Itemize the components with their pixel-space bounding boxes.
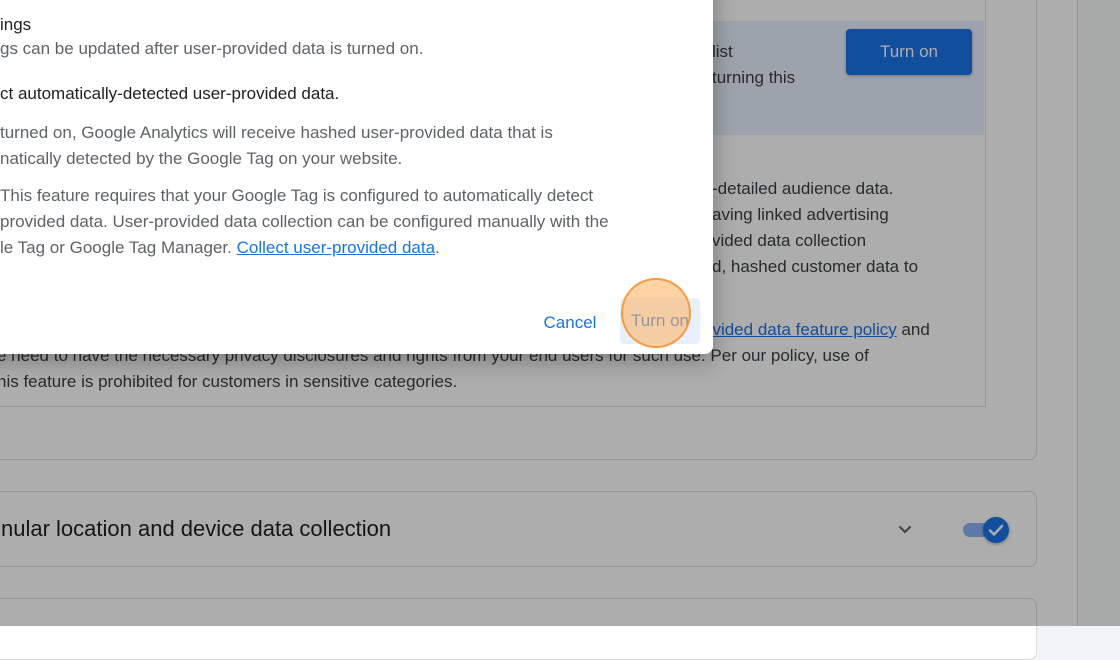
note-line-end: . — [435, 238, 440, 257]
description-line: natically detected by the Google Tag on … — [0, 149, 403, 168]
turn-on-user-provided-data-dialog: ings gs can be updated after user-provid… — [0, 0, 713, 354]
description-line: turned on, Google Analytics will receive… — [0, 123, 553, 142]
collect-user-provided-data-link[interactable]: Collect user-provided data — [237, 238, 435, 257]
dialog-turn-on-button[interactable]: Turn on — [620, 298, 700, 344]
note-line: provided data. User-provided data collec… — [0, 212, 609, 231]
note-line: le Tag or Google Tag Manager. — [0, 238, 237, 257]
settings-heading: ings — [0, 15, 32, 34]
note-line: This feature requires that your Google T… — [0, 186, 594, 205]
option-label[interactable]: ct automatically-detected user-provided … — [0, 84, 339, 104]
settings-text: gs can be updated after user-provided da… — [0, 39, 424, 58]
cancel-button[interactable]: Cancel — [535, 308, 605, 338]
